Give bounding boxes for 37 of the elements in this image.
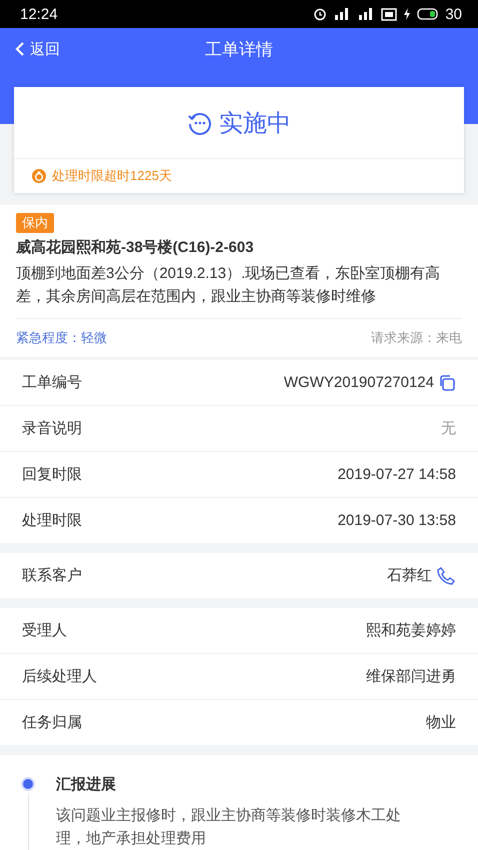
field-value: 物业 (426, 713, 456, 732)
order-address: 威高花园熙和苑-38号楼(C16)-2-603 (16, 238, 255, 257)
field-label: 处理时限 (22, 511, 82, 530)
status-text: 实施中 (219, 108, 291, 138)
status-time: 12:24 (20, 6, 58, 22)
field-label: 任务归属 (22, 713, 82, 732)
battery-icon (417, 8, 440, 20)
field-value: 无 (441, 419, 456, 438)
field-value: 2019-07-27 14:58 (338, 466, 456, 483)
battery-level: 30 (445, 6, 462, 22)
order-description: 顶棚到地面差3公分（2019.2.13）.现场已查看，东卧室顶棚有高差，其余房间高层在范围内，跟业主协商等装修时维修 (16, 264, 442, 307)
field-label: 录音说明 (22, 419, 82, 438)
field-value: 2019-07-30 13:58 (338, 512, 456, 529)
charging-icon (403, 8, 412, 20)
phone-icon[interactable] (436, 566, 456, 586)
field-value: 维保部闫进勇 (366, 667, 456, 686)
copy-icon[interactable] (438, 374, 456, 392)
field-value: 熙和苑姜婷婷 (366, 621, 456, 640)
field-label: 受理人 (22, 621, 67, 640)
timeline-title: 汇报进展 (56, 775, 117, 794)
field-label: 工单编号 (22, 373, 82, 392)
source-text: 请求来源：来电 (371, 329, 462, 347)
page-title: 工单详情 (205, 38, 273, 60)
timeline-dot (23, 779, 33, 789)
field-label: 联系客户 (22, 566, 82, 585)
chevron-left-icon (15, 41, 25, 57)
field-value: WGWY201907270124 (284, 374, 434, 391)
alarm-icon (313, 7, 328, 21)
overdue-warning: 处理时限超时1225天 (52, 167, 172, 185)
warranty-tag: 保内 (16, 213, 54, 233)
field-value: 石莽红 (387, 566, 432, 585)
timeline-text: 该问题业主报修时，跟业主协商等装修时装修木工处理，地产承担处理费用 (56, 806, 402, 849)
back-button[interactable]: 返回 (0, 40, 60, 58)
field-label: 回复时限 (22, 465, 82, 484)
field-label: 后续处理人 (22, 667, 97, 686)
timer-icon (32, 169, 46, 183)
urgency-text: 紧急程度：轻微 (16, 329, 107, 347)
